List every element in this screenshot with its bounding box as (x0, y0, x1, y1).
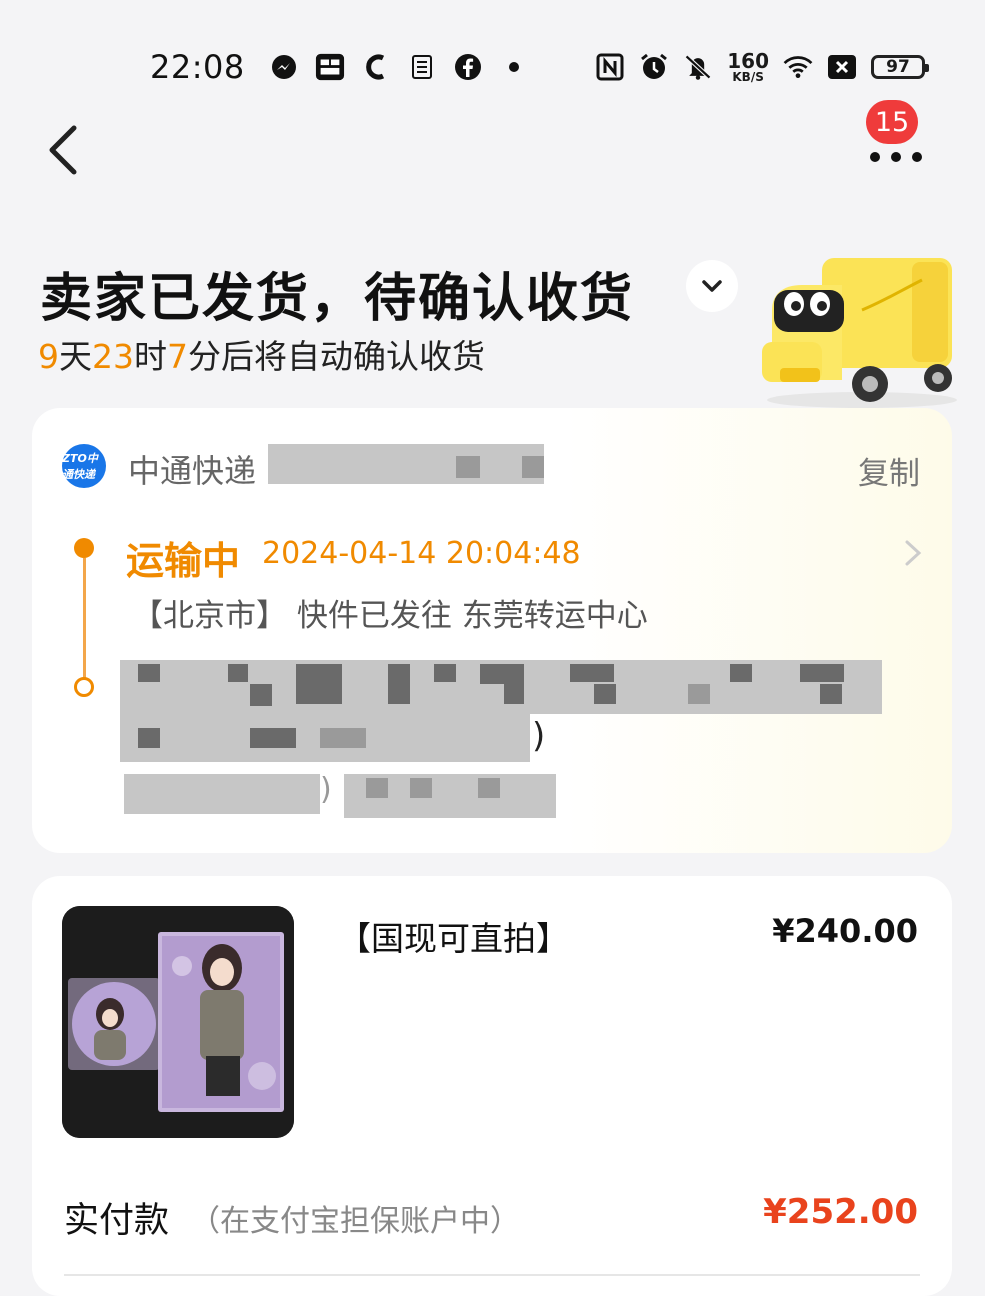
courier-name: 中通快递 (128, 452, 257, 490)
app-icon-2 (407, 52, 437, 82)
facebook-icon (453, 52, 483, 82)
network-speed-value: 160 (727, 49, 769, 73)
address-paren-1: ) (532, 716, 546, 756)
countdown-hours-unit: 时 (134, 337, 167, 376)
battery-indicator: 97 (871, 55, 929, 79)
nfc-icon (595, 52, 625, 82)
timeline-current-dot (74, 538, 94, 558)
chevron-left-icon (49, 125, 77, 175)
product-thumbnail[interactable] (62, 906, 294, 1138)
app-icon (315, 52, 345, 82)
dot-icon (499, 52, 529, 82)
divider (64, 1274, 920, 1276)
transit-status: 运输中 (126, 539, 241, 583)
product-image (62, 906, 294, 1138)
network-speed: 160 KB/S (727, 51, 769, 83)
product-price: ¥240.00 (772, 912, 918, 950)
countdown-minutes: 7 (167, 337, 188, 376)
delivery-truck-illustration (762, 258, 957, 408)
order-status-title: 卖家已发货，待确认收货 (40, 269, 635, 329)
address-paren-2: ) (320, 772, 332, 807)
system-icons: 160 KB/S 97 (595, 51, 929, 83)
transit-time: 2024-04-14 20:04:48 (262, 536, 581, 571)
copy-tracking-button[interactable]: 复制 (858, 448, 920, 493)
logistics-card[interactable]: ZTO中通快递 中通快递 复制 运输中 2024-04-14 20:04:48 … (32, 408, 952, 853)
alarm-icon (639, 52, 669, 82)
more-menu-button[interactable]: 15 (860, 100, 940, 170)
expand-status-button[interactable] (686, 260, 738, 312)
address-redacted (120, 660, 882, 714)
auto-confirm-countdown: 9天23时7分后将自动确认收货 (38, 330, 485, 378)
status-time: 22:08 (150, 48, 245, 86)
timeline-line (83, 558, 86, 678)
notification-badge: 15 (866, 100, 918, 144)
countdown-days: 9 (38, 337, 59, 376)
countdown-days-unit: 天 (59, 337, 92, 376)
address-redacted-2 (120, 714, 530, 762)
transit-description: 【北京市】 快件已发往 东莞转运中心 (132, 598, 648, 634)
tracking-number-redacted (268, 444, 544, 484)
c-icon (361, 52, 391, 82)
back-button[interactable] (40, 120, 90, 180)
countdown-hours: 23 (92, 337, 134, 376)
courier-logo: ZTO中通快递 (62, 444, 106, 488)
notification-icons (269, 52, 529, 82)
network-speed-unit: KB/S (732, 70, 764, 84)
paid-amount: ¥252.00 (763, 1192, 918, 1232)
paid-label: 实付款 (64, 1201, 170, 1241)
timeline-destination-dot (74, 677, 94, 697)
mute-icon (683, 52, 713, 82)
wifi-icon (783, 52, 813, 82)
sim-icon (827, 52, 857, 82)
chevron-right-icon (905, 540, 922, 566)
status-bar: 22:08 160 KB/S 97 (150, 44, 929, 90)
chevron-down-icon (702, 280, 722, 292)
phone-redacted (344, 774, 556, 818)
product-card[interactable]: 【国现可直拍】 ¥240.00 实付款 （在支付宝担保账户中） ¥252.00 (32, 876, 952, 1296)
more-dots-icon (870, 152, 922, 162)
countdown-suffix: 分后将自动确认收货 (188, 337, 485, 376)
paid-escrow-note: （在支付宝担保账户中） (190, 1204, 520, 1239)
product-title: 【国现可直拍】 (338, 919, 569, 958)
recipient-redacted (124, 774, 320, 814)
messenger-icon (269, 52, 299, 82)
